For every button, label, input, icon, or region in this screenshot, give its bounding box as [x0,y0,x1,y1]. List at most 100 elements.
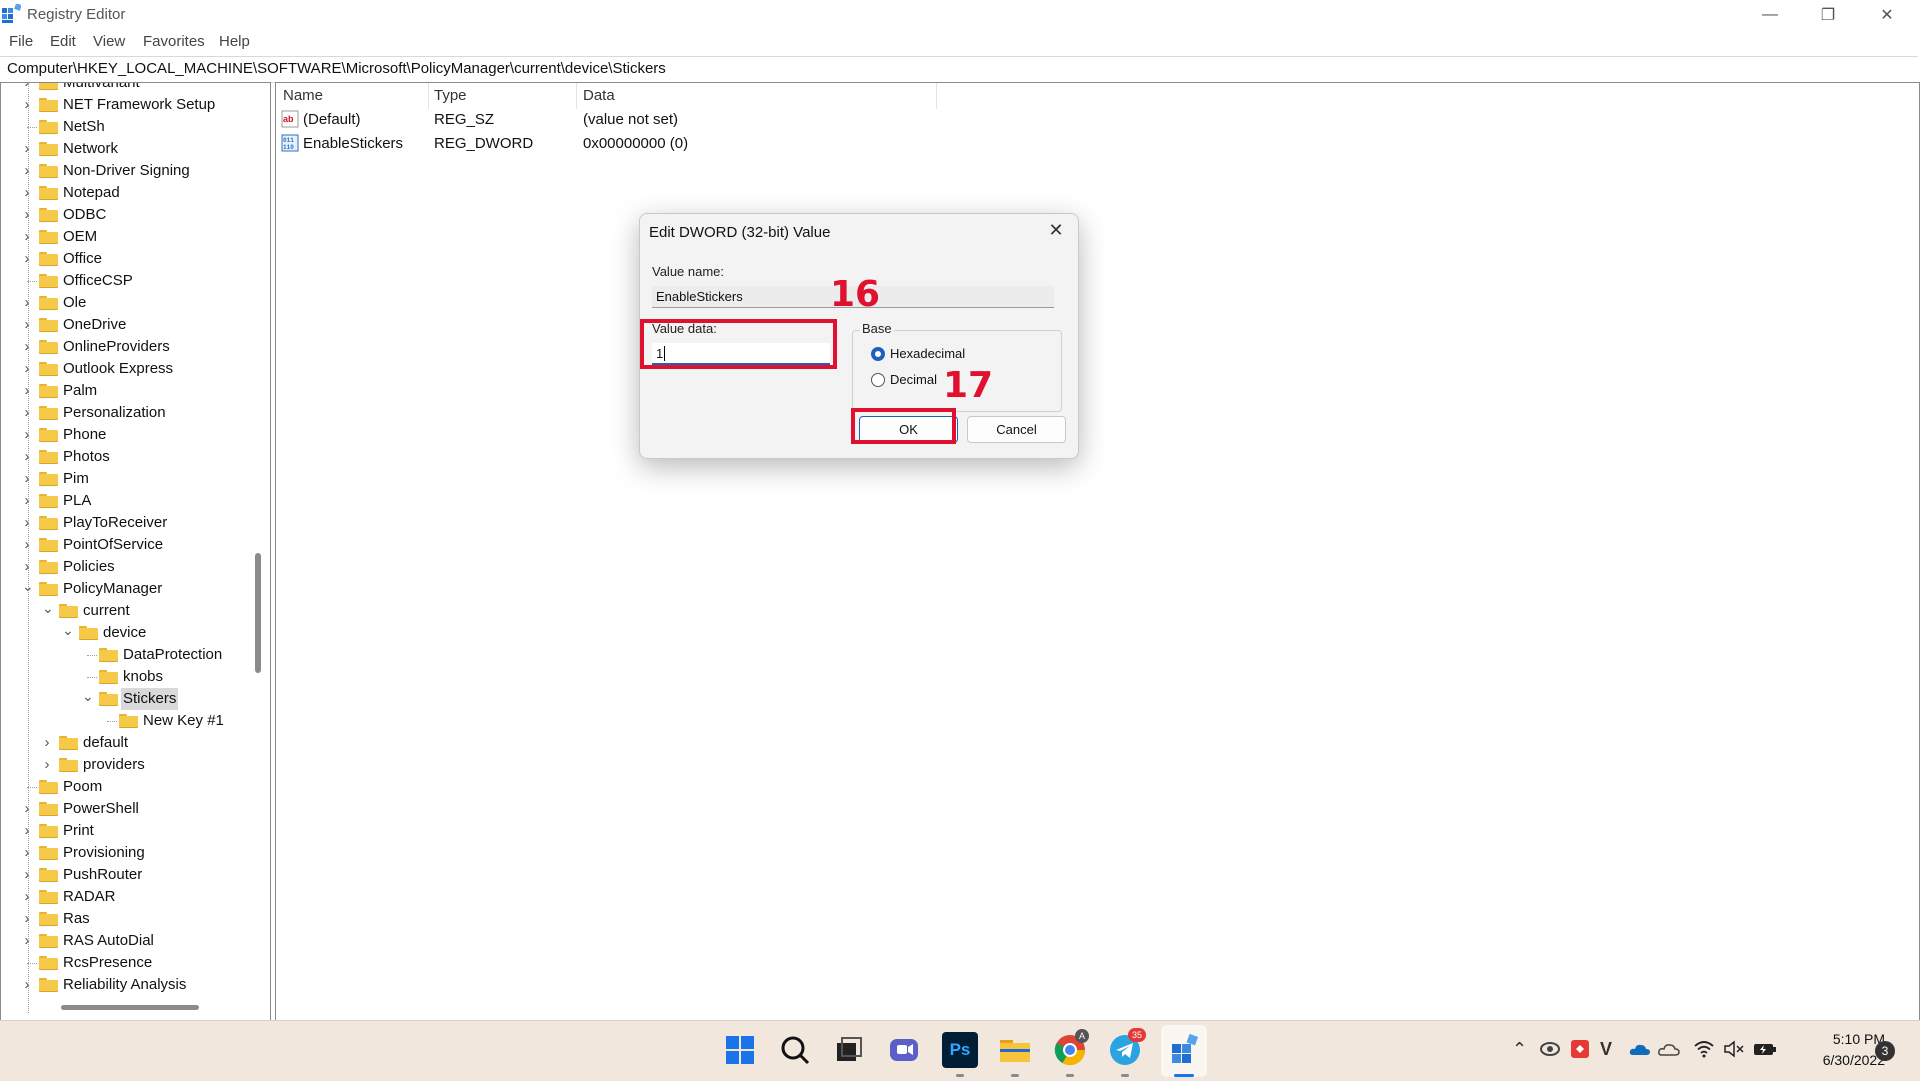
expand-chevron-icon[interactable]: › [22,798,32,820]
volume-muted-icon[interactable] [1723,1040,1745,1058]
column-separator[interactable] [576,83,577,109]
cancel-button[interactable]: Cancel [967,416,1066,443]
expand-chevron-icon[interactable]: › [22,83,32,94]
task-view-icon[interactable] [831,1032,867,1068]
collapse-chevron-icon[interactable]: ⌄ [42,600,54,622]
expand-chevron-icon[interactable]: › [42,754,52,776]
tree-vertical-scrollbar[interactable] [255,553,261,673]
expand-chevron-icon[interactable]: › [22,930,32,952]
address-bar[interactable]: Computer\HKEY_LOCAL_MACHINE\SOFTWARE\Mic… [0,56,1918,83]
tree-item[interactable]: New Key #1 [1,710,251,732]
tree-item[interactable]: › providers [1,754,251,776]
tree-item[interactable]: › Photos [1,446,251,468]
collapse-chevron-icon[interactable]: ⌄ [62,622,74,644]
menu-favorites[interactable]: Favorites [143,33,205,50]
file-explorer-icon[interactable] [997,1032,1033,1068]
menu-edit[interactable]: Edit [50,33,76,50]
tree-item[interactable]: › Phone [1,424,251,446]
expand-chevron-icon[interactable]: › [22,908,32,930]
windows-start-icon[interactable] [722,1032,758,1068]
show-hidden-icons-chevron-icon[interactable]: ⌃ [1512,1039,1527,1060]
expand-chevron-icon[interactable]: › [22,468,32,490]
expand-chevron-icon[interactable]: › [22,490,32,512]
column-header-type[interactable]: Type [434,87,467,104]
tree-horizontal-scrollbar[interactable] [61,1005,199,1010]
clock-date[interactable]: 6/30/2022 [1795,1052,1885,1068]
tree-item[interactable]: › ODBC [1,204,251,226]
expand-chevron-icon[interactable]: › [22,248,32,270]
expand-chevron-icon[interactable]: › [22,512,32,534]
tree-item[interactable]: › PushRouter [1,864,251,886]
values-list-pane[interactable]: Name Type Data ab (Default) REG_SZ (valu… [275,82,1920,1021]
tree-item[interactable]: knobs [1,666,251,688]
app-tray-icon[interactable] [1570,1039,1590,1059]
column-separator[interactable] [428,83,429,109]
expand-chevron-icon[interactable]: › [22,446,32,468]
expand-chevron-icon[interactable]: › [22,226,32,248]
expand-chevron-icon[interactable]: › [22,204,32,226]
expand-chevron-icon[interactable]: › [22,886,32,908]
tree-item[interactable]: › Multivariant [1,83,251,94]
expand-chevron-icon[interactable]: › [22,336,32,358]
expand-chevron-icon[interactable]: › [22,820,32,842]
search-icon[interactable] [777,1032,813,1068]
column-header-data[interactable]: Data [583,87,615,104]
tree-item[interactable]: › Provisioning [1,842,251,864]
photoshop-icon[interactable]: Ps [942,1032,978,1068]
tree-item[interactable]: › Non-Driver Signing [1,160,251,182]
tree-item[interactable]: DataProtection [1,644,251,666]
tree-item[interactable]: › default [1,732,251,754]
onedrive-icon[interactable] [1629,1042,1651,1056]
tree-item[interactable]: › PLA [1,490,251,512]
collapse-chevron-icon[interactable]: ⌄ [22,578,34,600]
dialog-close-button[interactable]: ✕ [1044,220,1068,242]
expand-chevron-icon[interactable]: › [22,534,32,556]
expand-chevron-icon[interactable]: › [22,864,32,886]
close-button[interactable]: ✕ [1858,0,1916,30]
wifi-icon[interactable] [1694,1040,1714,1058]
tree-item[interactable]: › OnlineProviders [1,336,251,358]
expand-chevron-icon[interactable]: › [22,842,32,864]
tree-item[interactable]: › Policies [1,556,251,578]
tree-item[interactable]: › Ole [1,292,251,314]
clock-time[interactable]: 5:10 PM [1811,1031,1885,1047]
tree-item[interactable]: › Reliability Analysis [1,974,251,996]
tree-item[interactable]: › Print [1,820,251,842]
tree-item[interactable]: › OEM [1,226,251,248]
tree-item[interactable]: › Notepad [1,182,251,204]
tree-item[interactable]: › RADAR [1,886,251,908]
notification-count-badge[interactable]: 3 [1875,1041,1895,1061]
expand-chevron-icon[interactable]: › [22,424,32,446]
tree-item[interactable]: › Palm [1,380,251,402]
expand-chevron-icon[interactable]: › [22,138,32,160]
tree-item[interactable]: ⌄ device [1,622,251,644]
tree-item[interactable]: › Personalization [1,402,251,424]
column-separator[interactable] [936,83,937,109]
battery-charging-icon[interactable] [1753,1041,1777,1057]
registry-tree-pane[interactable]: › Multivariant › NET Framework Setup NetSh › N… [0,82,271,1021]
tree-item[interactable]: › Outlook Express [1,358,251,380]
tree-item[interactable]: ⌄ current [1,600,251,622]
tree-item[interactable]: › Network [1,138,251,160]
chat-icon[interactable] [886,1032,922,1068]
vpn-tray-icon[interactable] [1540,1040,1560,1058]
tree-item[interactable]: RcsPresence [1,952,251,974]
expand-chevron-icon[interactable]: › [42,732,52,754]
tree-item[interactable]: › Pim [1,468,251,490]
menu-file[interactable]: File [9,33,33,50]
expand-chevron-icon[interactable]: › [22,314,32,336]
tree-item[interactable]: OfficeCSP [1,270,251,292]
vpn-v-tray-icon[interactable]: V [1600,1039,1612,1060]
tree-item[interactable]: › Office [1,248,251,270]
expand-chevron-icon[interactable]: › [22,358,32,380]
restore-button[interactable]: ❐ [1799,0,1857,30]
expand-chevron-icon[interactable]: › [22,160,32,182]
tree-item[interactable]: › PlayToReceiver [1,512,251,534]
tree-item[interactable]: › PowerShell [1,798,251,820]
expand-chevron-icon[interactable]: › [22,292,32,314]
tree-item[interactable]: NetSh [1,116,251,138]
tree-item[interactable]: › Ras [1,908,251,930]
tree-item[interactable]: › PointOfService [1,534,251,556]
minimize-button[interactable]: — [1741,0,1799,30]
tree-item[interactable]: ⌄ PolicyManager [1,578,251,600]
